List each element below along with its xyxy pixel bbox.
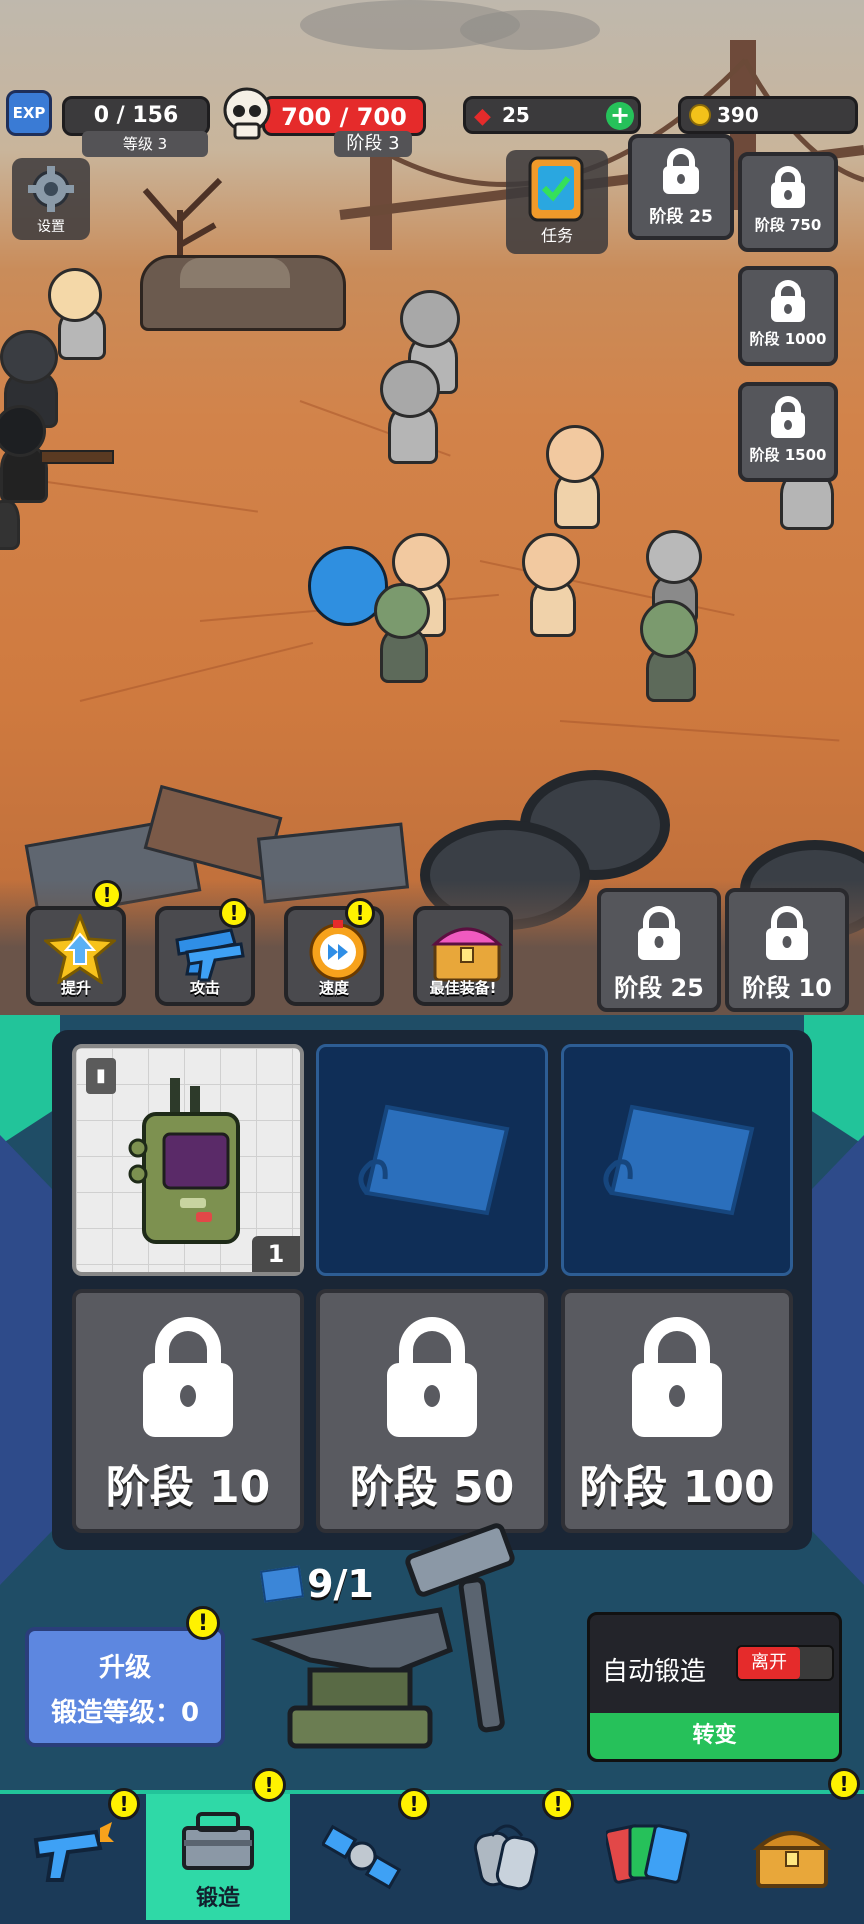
lock-icon — [387, 1317, 477, 1437]
lock-icon — [771, 280, 805, 322]
locked-stage-label: 阶段 10 — [742, 974, 832, 1002]
convert-button[interactable]: 转变 — [590, 1713, 839, 1759]
locked-slot-stage-50[interactable]: 阶段 50 — [316, 1289, 548, 1533]
notice-icon: ! — [252, 1768, 286, 1802]
best-gear-button[interactable]: 最佳装备! — [413, 906, 513, 1006]
upgrade-forge-level-button[interactable]: 升级 锻造等级：0 — [25, 1627, 225, 1747]
locked-stage-750-button[interactable]: 阶段 750 — [738, 152, 838, 252]
notice-icon: ! — [92, 880, 122, 910]
empty-blueprint-slot[interactable] — [561, 1044, 793, 1276]
coin-icon — [689, 104, 711, 126]
locked-stage-25-field-button[interactable]: 阶段 25 — [597, 888, 721, 1012]
speed-label: 速度 — [318, 979, 349, 997]
gear-icon — [28, 166, 74, 212]
locked-slot-stage-100[interactable]: 阶段 100 — [561, 1289, 793, 1533]
pistol-icon — [33, 1822, 114, 1882]
tasks-label: 任务 — [540, 226, 573, 245]
tasks-button[interactable]: 任务 — [506, 150, 608, 254]
notice-icon: ! — [186, 1606, 220, 1640]
pistols-icon — [175, 928, 245, 982]
notice-icon: ! — [828, 1768, 860, 1800]
stage-label: 阶段 3 — [334, 131, 412, 157]
auto-forge-toggle[interactable]: 离开 — [736, 1645, 834, 1681]
nav-item-chest[interactable] — [720, 1794, 864, 1920]
treasure-chest-icon — [431, 927, 503, 982]
locked-stage-label: 阶段 1000 — [749, 330, 827, 348]
hp-value: 700 / 700 — [281, 103, 407, 131]
radio-category-icon: ▮ — [86, 1058, 116, 1094]
lock-icon — [638, 906, 680, 960]
notice-icon: ! — [542, 1788, 574, 1820]
skull-icon — [223, 87, 271, 140]
settings-label: 设置 — [37, 219, 65, 235]
anvil-hammer-forge-button[interactable] — [250, 1500, 580, 1770]
empty-blueprint-slot[interactable] — [316, 1044, 548, 1276]
locked-slot-label: 阶段 100 — [579, 1462, 775, 1513]
locked-stage-1500-button[interactable]: 阶段 1500 — [738, 382, 838, 482]
gem-counter: ◆ 25 + — [463, 96, 641, 134]
nav-item-forge-label: 锻造 — [195, 1886, 240, 1911]
equipment-slot-radio[interactable]: ▮ 1 — [72, 1044, 304, 1276]
attack-label: 攻击 — [189, 979, 220, 997]
blueprint-scroll-icon — [603, 1104, 755, 1216]
best-gear-label: 最佳装备! — [429, 979, 497, 997]
toolbox-icon — [182, 1812, 254, 1870]
convert-label: 转变 — [692, 1723, 737, 1748]
gem-value: 25 — [502, 103, 530, 127]
level-label: 等级 3 — [82, 131, 208, 157]
dog-tags-icon — [473, 1824, 539, 1891]
blueprint-scroll-icon — [358, 1104, 510, 1216]
gem-icon: ◆ — [474, 104, 491, 129]
walkie-talkie-icon — [128, 1078, 240, 1244]
notice-icon: ! — [219, 898, 249, 928]
upgrade-title: 升级 — [98, 1653, 151, 1683]
anvil-icon — [250, 1607, 453, 1749]
locked-stage-label: 阶段 1500 — [749, 446, 827, 464]
rifle — [40, 450, 114, 464]
nav-item-cards[interactable] — [576, 1794, 720, 1920]
lock-icon — [663, 148, 699, 194]
cards-icon — [606, 1824, 690, 1884]
locked-stage-25-button[interactable]: 阶段 25 — [628, 134, 734, 240]
locked-stage-10-field-button[interactable]: 阶段 10 — [725, 888, 849, 1012]
lock-icon — [766, 906, 808, 960]
add-gems-button[interactable]: + — [606, 102, 634, 130]
locked-slot-stage-10[interactable]: 阶段 10 — [72, 1289, 304, 1533]
arrow-up-star-icon — [44, 914, 116, 984]
locked-stage-label: 阶段 25 — [649, 207, 713, 227]
hp-bar: 700 / 700 — [262, 96, 426, 136]
notice-icon: ! — [345, 898, 375, 928]
auto-forge-label: 自动锻造 — [602, 1657, 707, 1687]
upgrade-subtitle: 锻造等级：0 — [50, 1698, 200, 1728]
exp-value: 0 / 156 — [93, 103, 179, 128]
auto-forge-state: 离开 — [738, 1647, 800, 1679]
settings-button[interactable]: 设置 — [12, 158, 90, 240]
item-count: 1 — [252, 1236, 300, 1272]
notice-icon: ! — [398, 1788, 430, 1820]
chest-icon — [752, 1831, 832, 1888]
exp-bar: 0 / 156 — [62, 96, 210, 136]
clipboard-check-icon — [528, 156, 584, 222]
lock-icon — [771, 396, 805, 438]
lock-icon — [143, 1317, 233, 1437]
notice-icon: ! — [108, 1788, 140, 1820]
locked-stage-label: 阶段 750 — [754, 216, 822, 234]
bottom-nav: ! 锻造 ! ! ! ! — [0, 1768, 864, 1924]
exp-badge-text: EXP — [12, 104, 46, 122]
boost-button[interactable]: 提升 — [26, 906, 126, 1006]
exp-badge-icon: EXP — [6, 90, 52, 136]
locked-stage-1000-button[interactable]: 阶段 1000 — [738, 266, 838, 366]
auto-forge-panel: 自动锻造 离开 转变 — [587, 1612, 842, 1762]
lock-icon — [771, 166, 805, 208]
boost-label: 提升 — [60, 979, 91, 997]
coin-value: 390 — [717, 103, 759, 127]
satellite-icon — [322, 1824, 402, 1890]
lock-icon — [632, 1317, 722, 1437]
nav-item-forge[interactable]: 锻造 — [146, 1794, 290, 1920]
locked-stage-label: 阶段 25 — [614, 974, 704, 1002]
coin-counter: 390 — [678, 96, 858, 134]
